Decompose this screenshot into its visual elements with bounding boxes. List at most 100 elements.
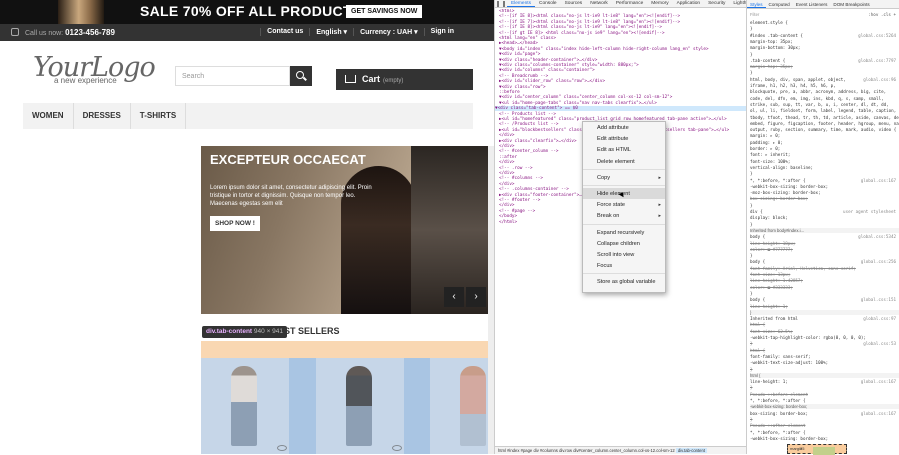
dom-node[interactable]: ▼<div class="header-container">…</div> xyxy=(499,58,597,63)
style-rule-line[interactable]: .tab-content { xyxy=(750,58,785,63)
style-source-link[interactable]: global.css:97 xyxy=(863,316,896,321)
menu-item-edit-attribute[interactable]: Edit attribute xyxy=(583,133,665,144)
style-rule-line[interactable]: iframe, h1, h2, h3, h4, h5, h6, p, xyxy=(750,83,836,88)
style-rule-line[interactable]: border: ▸ 0; xyxy=(750,146,780,151)
style-rule-line[interactable]: font-size: 100%; xyxy=(750,159,790,164)
dom-node[interactable]: <!-- .columns-container --> xyxy=(499,187,569,192)
breadcrumb-item[interactable]: div.row xyxy=(559,448,572,453)
style-rule-line[interactable]: html { xyxy=(750,322,765,327)
style-rule-line[interactable]: box-sizing: border-box; xyxy=(750,196,808,201)
dom-node-selected[interactable]: ▼<div class="tab-content"> == $0 xyxy=(495,106,746,112)
dom-node[interactable]: <!-- #columns --> xyxy=(499,176,543,181)
nav-item-tshirts[interactable]: T-SHIRTS xyxy=(131,103,187,129)
banner-cta-button[interactable]: GET SAVINGS NOW xyxy=(346,5,423,18)
style-rule-line[interactable]: output, ruby, section, summary, time, ma… xyxy=(750,127,896,132)
quick-view-icon[interactable] xyxy=(392,445,402,451)
dom-node[interactable]: <!--[if gt IE 8]> <html class="no-js ie9… xyxy=(499,31,665,36)
menu-item-force-state[interactable]: Force state ▸ xyxy=(583,199,665,210)
style-rule-line[interactable]: } xyxy=(750,291,753,296)
style-source-link[interactable]: global.css:167 xyxy=(861,178,896,183)
nav-item-women[interactable]: WOMEN xyxy=(23,103,74,129)
cart-button[interactable]: Cart (empty) xyxy=(336,69,473,90)
tab-network[interactable]: Network xyxy=(586,0,612,7)
style-rule-line[interactable]: body { xyxy=(750,234,765,239)
styles-filter-input[interactable]: Filter xyxy=(750,12,759,17)
language-selector[interactable]: English ▾ xyxy=(309,28,353,36)
tab-event-listeners[interactable]: Event Listeners xyxy=(793,0,831,8)
quick-view-icon[interactable] xyxy=(277,445,287,451)
dom-node[interactable]: ▼<div class="row"> xyxy=(499,85,546,90)
menu-item-break-on[interactable]: Break on ▸ xyxy=(583,210,665,221)
style-rule-line[interactable]: blockquote, pre, a, abbr, acronym, addre… xyxy=(750,89,886,94)
menu-item-collapse-children[interactable]: Collapse children xyxy=(583,238,665,249)
dom-node[interactable]: </body> xyxy=(499,214,517,219)
breadcrumb-item[interactable]: html xyxy=(498,448,506,453)
style-source-link[interactable]: global.css:167 xyxy=(861,379,896,384)
menu-item-scroll-into-view[interactable]: Scroll into view xyxy=(583,249,665,260)
styles-filter-hints[interactable]: :hov .cls + xyxy=(868,12,896,17)
style-rule-line[interactable]: html { xyxy=(750,348,765,353)
style-rule-line[interactable]: div { xyxy=(750,209,763,214)
style-rule-line[interactable]: ol, ul, li, fieldset, form, label, legen… xyxy=(750,108,896,113)
tab-styles[interactable]: Styles xyxy=(747,0,766,8)
currency-selector[interactable]: Currency : UAH ▾ xyxy=(353,28,424,36)
tab-performance[interactable]: Performance xyxy=(612,0,647,7)
style-rule-line[interactable]: } xyxy=(750,341,753,346)
dom-node[interactable]: </div> xyxy=(499,160,515,165)
style-rule-line[interactable]: font-size: 62.5%; xyxy=(750,329,793,334)
dom-node[interactable]: </div> xyxy=(499,203,515,208)
style-source-link[interactable]: global.css:151 xyxy=(861,297,896,302)
style-rule-line[interactable]: } xyxy=(750,367,753,372)
style-rule-line[interactable]: } xyxy=(750,70,753,75)
style-rule-line[interactable]: Pseudo ::before element xyxy=(750,392,808,397)
style-rule-line[interactable]: embed, figure, figcaption, footer, heade… xyxy=(750,121,899,126)
dom-node[interactable]: ▶<div class="clearfix">…</div> xyxy=(499,139,577,144)
tab-security[interactable]: Security xyxy=(704,0,729,7)
tab-memory[interactable]: Memory xyxy=(647,0,672,7)
style-rule-line[interactable]: *, *:before, *:after { xyxy=(750,178,805,183)
style-rule-line[interactable]: } xyxy=(750,385,753,390)
dom-node[interactable]: ▼<div id="page"> xyxy=(499,52,540,57)
menu-item-expand-recursively[interactable]: Expand recursively xyxy=(583,227,665,238)
product-card[interactable] xyxy=(430,358,490,454)
dom-node[interactable]: <!-- Products list --> xyxy=(499,112,556,117)
style-rule-line[interactable]: } xyxy=(750,222,753,227)
style-source-link[interactable]: user agent stylesheet xyxy=(843,209,896,214)
style-rule-line[interactable]: -webkit-tap-highlight-color: rgba(0, 0, … xyxy=(750,335,866,340)
menu-item-edit-as-html[interactable]: Edit as HTML xyxy=(583,144,665,155)
style-source-link[interactable]: global.css:7797 xyxy=(858,58,896,63)
style-rule-line[interactable]: code, del, dfn, em, img, ins, kbd, q, s,… xyxy=(750,96,884,101)
style-rule-line[interactable]: } xyxy=(750,171,753,176)
shop-now-button[interactable]: SHOP NOW ! xyxy=(210,216,260,231)
site-logo[interactable]: YourLogo a new experience xyxy=(33,52,163,88)
style-rule-line[interactable]: margin-top: 35px; xyxy=(750,39,793,44)
search-button[interactable] xyxy=(290,66,312,86)
styles-section-header[interactable]: } xyxy=(750,309,899,315)
style-rule-line[interactable]: line-height: 18px; xyxy=(750,241,795,246)
dom-node[interactable]: <!-- #center_column --> xyxy=(499,149,559,154)
dom-node[interactable]: <!-- .row --> xyxy=(499,166,533,171)
style-rule-line[interactable]: box-sizing: border-box; xyxy=(750,411,808,416)
dom-node[interactable]: ▼<div id="center_column" class="center_c… xyxy=(499,95,672,100)
style-source-link[interactable]: global.css:96 xyxy=(863,77,896,82)
style-rule-line[interactable]: margin-bottom: 30px; xyxy=(750,45,800,50)
tab-computed[interactable]: Computed xyxy=(766,0,793,8)
style-rule-line[interactable]: element.style { xyxy=(750,20,788,25)
style-rule-line[interactable]: -webkit-text-size-adjust: 100%; xyxy=(750,360,828,365)
breadcrumb-item[interactable]: div.tab-content xyxy=(675,448,708,453)
style-rule-line[interactable]: strike, sub, sup, tt, var, b, u, i, cent… xyxy=(750,102,889,107)
tab-application[interactable]: Application xyxy=(673,0,704,7)
style-rule-line[interactable]: html, body, div, span, applet, object, xyxy=(750,77,846,82)
dom-node[interactable]: </html> xyxy=(499,220,517,225)
style-rule-line[interactable]: font: ▸ inherit; xyxy=(750,152,790,157)
menu-item-focus[interactable]: Focus xyxy=(583,260,665,271)
style-rule-line[interactable]: color: ■ #333333; xyxy=(750,285,793,290)
style-rule-line[interactable]: body { xyxy=(750,259,765,264)
style-source-link[interactable]: global.css:53 xyxy=(863,341,896,346)
style-source-link[interactable]: global.css:167 xyxy=(861,411,896,416)
sign-in-link[interactable]: Sign in xyxy=(423,28,460,36)
breadcrumb-item[interactable]: #columns xyxy=(540,448,558,453)
menu-item-store-as-global-variable[interactable]: Store as global variable xyxy=(583,276,665,287)
style-rule-line[interactable]: color: ■ #777777; xyxy=(750,247,793,252)
menu-item-copy[interactable]: Copy ▸ xyxy=(583,172,665,183)
